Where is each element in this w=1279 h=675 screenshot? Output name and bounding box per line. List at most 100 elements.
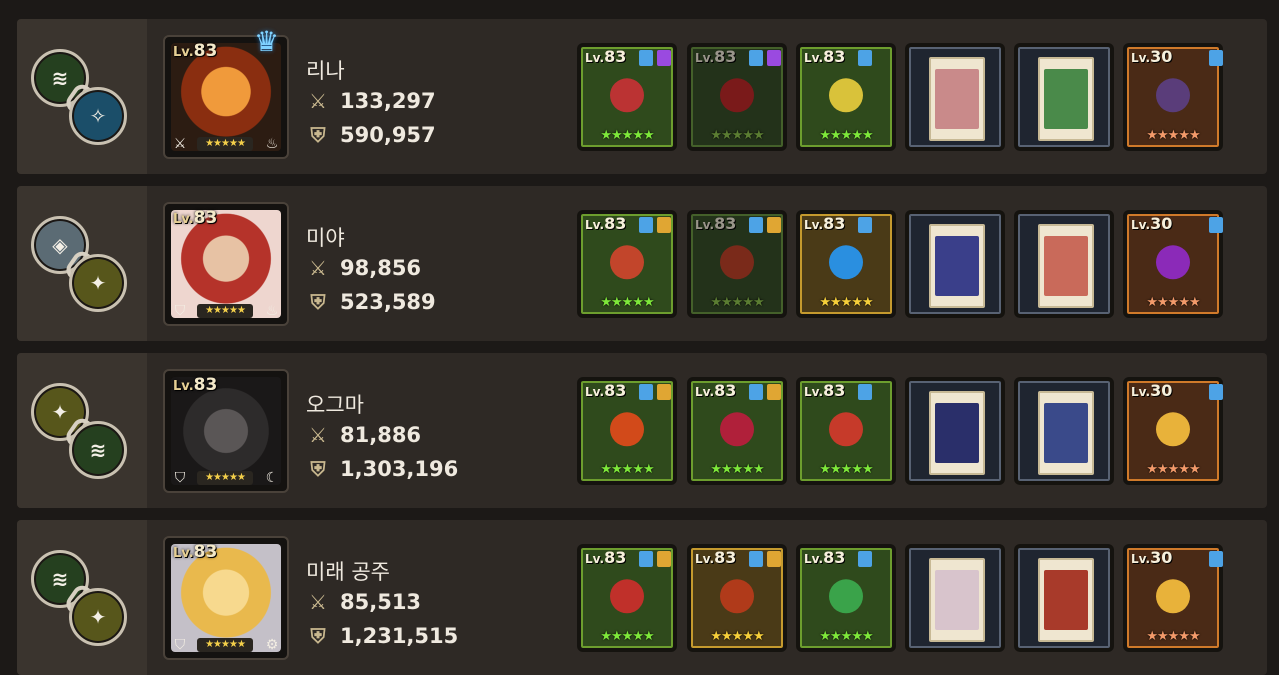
bookmark-icon bbox=[639, 50, 653, 66]
synergy-panel: ◈ ✦ bbox=[17, 186, 147, 341]
equipment-slot[interactable]: Lv.83 ★★★★★ bbox=[578, 545, 676, 651]
equipment-slot[interactable] bbox=[1015, 378, 1113, 484]
equipment-stars: ★★★★★ bbox=[819, 629, 873, 644]
hero-stars: ★★★★★ bbox=[197, 471, 253, 485]
level-prefix: Lv. bbox=[804, 385, 824, 399]
equipment-slot[interactable] bbox=[1015, 44, 1113, 150]
equipment-slot[interactable]: Lv.83 ★★★★★ bbox=[797, 44, 895, 150]
equipment-slot[interactable]: Lv.83 ★★★★★ bbox=[797, 378, 895, 484]
equipment-icon bbox=[1156, 245, 1190, 280]
hero-row[interactable]: ≋ ✧ Lv.83 ★★★★★ ⚔ ♨ ♛ 리나 ⚔ 133,297 ⛨ 590,957 Lv.83 ★★… bbox=[17, 19, 1267, 174]
equipment-level: Lv.83 bbox=[804, 381, 845, 400]
rank-badge-icon bbox=[657, 50, 671, 66]
hero-level: Lv.83 bbox=[173, 375, 217, 395]
level-value: 83 bbox=[193, 41, 218, 61]
crossed-swords-icon: ⚔ bbox=[309, 89, 327, 113]
equipment-slot[interactable]: Lv.83 ★★★★★ bbox=[578, 44, 676, 150]
card-item bbox=[929, 224, 985, 308]
equipment-slot[interactable]: Lv.83 ★★★★★ bbox=[578, 211, 676, 317]
level-value: 83 bbox=[823, 47, 846, 66]
equipment-stars: ★★★★★ bbox=[710, 462, 764, 477]
level-value: 83 bbox=[193, 208, 218, 228]
chain-link-badge[interactable]: ◈ ✦ bbox=[29, 214, 139, 324]
equipment-slot[interactable] bbox=[906, 44, 1004, 150]
hero-level: Lv.83 bbox=[173, 542, 217, 562]
level-value: 83 bbox=[604, 214, 627, 233]
fire-element-icon: ♨ bbox=[265, 136, 279, 152]
chain-link-badge[interactable]: ✦ ≋ bbox=[29, 381, 139, 491]
fire-element-icon: ♨ bbox=[265, 303, 279, 319]
equipment-slot[interactable]: Lv.30 ★★★★★ bbox=[1124, 545, 1223, 651]
hero-level: Lv.83 bbox=[173, 208, 217, 228]
equipment-slot[interactable]: Lv.30 ★★★★★ bbox=[1124, 378, 1223, 484]
equipment-slot[interactable]: Lv.83 ★★★★★ bbox=[578, 378, 676, 484]
card-art bbox=[1044, 236, 1088, 296]
equipment-slot[interactable]: Lv.83 ★★★★★ bbox=[688, 211, 786, 317]
equipment-stars: ★★★★★ bbox=[1146, 128, 1200, 143]
bookmark-icon bbox=[1209, 217, 1223, 233]
level-value: 83 bbox=[714, 548, 737, 567]
equipment-slot[interactable] bbox=[906, 378, 1004, 484]
hero-row[interactable]: ◈ ✦ Lv.83 ★★★★★ ⛉ ♨ 미야 ⚔ 98,856 ⛨ 523,589 Lv.83 ★★★★… bbox=[17, 186, 1267, 341]
moon-element-icon: ☾ bbox=[265, 470, 279, 486]
equipment-stars: ★★★★★ bbox=[819, 295, 873, 310]
hero-portrait[interactable]: Lv.83 ★★★★★ ⛉ ☾ bbox=[163, 369, 289, 493]
equipment-level: Lv.83 bbox=[695, 548, 736, 567]
attack-stat: ⚔ 85,513 bbox=[306, 590, 421, 614]
synergy-panel: ≋ ✦ bbox=[17, 520, 147, 675]
equipment-slot[interactable]: Lv.83 ★★★★★ bbox=[797, 545, 895, 651]
rank-badge-icon bbox=[767, 551, 781, 567]
level-value: 83 bbox=[823, 381, 846, 400]
hero-portrait[interactable]: Lv.83 ★★★★★ ⛉ ♨ bbox=[163, 202, 289, 326]
equipment-stars: ★★★★★ bbox=[600, 462, 654, 477]
level-prefix: Lv. bbox=[804, 552, 824, 566]
equipment-slot[interactable]: Lv.83 ★★★★★ bbox=[688, 545, 786, 651]
equipment-icon bbox=[720, 412, 754, 447]
defense-value: 1,231,515 bbox=[340, 624, 459, 648]
equipment-slot[interactable] bbox=[906, 545, 1004, 651]
synergy-panel: ≋ ✧ bbox=[17, 19, 147, 174]
equipment-slot[interactable]: Lv.30 ★★★★★ bbox=[1124, 211, 1223, 317]
equipment-slot[interactable]: Lv.83 ★★★★★ bbox=[688, 44, 786, 150]
bookmark-icon bbox=[749, 50, 763, 66]
bookmark-icon bbox=[858, 217, 872, 233]
equipment-slot[interactable] bbox=[1015, 545, 1113, 651]
card-item bbox=[1038, 57, 1094, 141]
shield-icon: ⛨ bbox=[310, 624, 326, 648]
equipment-slot[interactable] bbox=[1015, 211, 1113, 317]
hero-row[interactable]: ≋ ✦ Lv.83 ★★★★★ ⛉ ⚙ 미래 공주 ⚔ 85,513 ⛨ 1,231,515 Lv.8… bbox=[17, 520, 1267, 675]
equipment-icon bbox=[610, 412, 644, 447]
equipment-stars: ★★★★★ bbox=[819, 128, 873, 143]
attack-stat: ⚔ 81,886 bbox=[306, 423, 421, 447]
level-prefix: Lv. bbox=[1131, 51, 1151, 65]
level-prefix: Lv. bbox=[1131, 552, 1151, 566]
equipment-slot[interactable]: Lv.30 ★★★★★ bbox=[1124, 44, 1223, 150]
level-prefix: Lv. bbox=[804, 218, 824, 232]
hero-row[interactable]: ✦ ≋ Lv.83 ★★★★★ ⛉ ☾ 오그마 ⚔ 81,886 ⛨ 1,303,196 Lv.83 ★… bbox=[17, 353, 1267, 508]
defense-stat: ⛨ 1,231,515 bbox=[306, 624, 459, 648]
defense-value: 523,589 bbox=[340, 290, 436, 314]
equipment-level: Lv.30 bbox=[1131, 548, 1172, 567]
card-art bbox=[1044, 403, 1088, 463]
equipment-slot[interactable]: Lv.83 ★★★★★ bbox=[797, 211, 895, 317]
card-item bbox=[929, 391, 985, 475]
equipment-stars: ★★★★★ bbox=[710, 295, 764, 310]
equipment-level: Lv.83 bbox=[804, 548, 845, 567]
shield-icon: ⛨ bbox=[310, 457, 326, 481]
equipment-level: Lv.83 bbox=[804, 47, 845, 66]
equipment-slot[interactable]: Lv.83 ★★★★★ bbox=[688, 378, 786, 484]
hero-portrait[interactable]: Lv.83 ★★★★★ ⛉ ⚙ bbox=[163, 536, 289, 660]
level-value: 83 bbox=[714, 381, 737, 400]
chain-link-badge[interactable]: ≋ ✧ bbox=[29, 47, 139, 157]
bookmark-icon bbox=[858, 551, 872, 567]
gear-element-icon: ⚙ bbox=[265, 637, 279, 653]
chain-link-badge[interactable]: ≋ ✦ bbox=[29, 548, 139, 658]
shield-icon: ⛨ bbox=[310, 123, 326, 147]
attack-value: 133,297 bbox=[340, 89, 436, 113]
level-prefix: Lv. bbox=[1131, 218, 1151, 232]
hero-stars: ★★★★★ bbox=[197, 638, 253, 652]
equipment-slot[interactable] bbox=[906, 211, 1004, 317]
equipment-icon bbox=[829, 78, 863, 113]
level-prefix: Lv. bbox=[585, 51, 605, 65]
shield-class-icon: ⛉ bbox=[174, 637, 186, 653]
